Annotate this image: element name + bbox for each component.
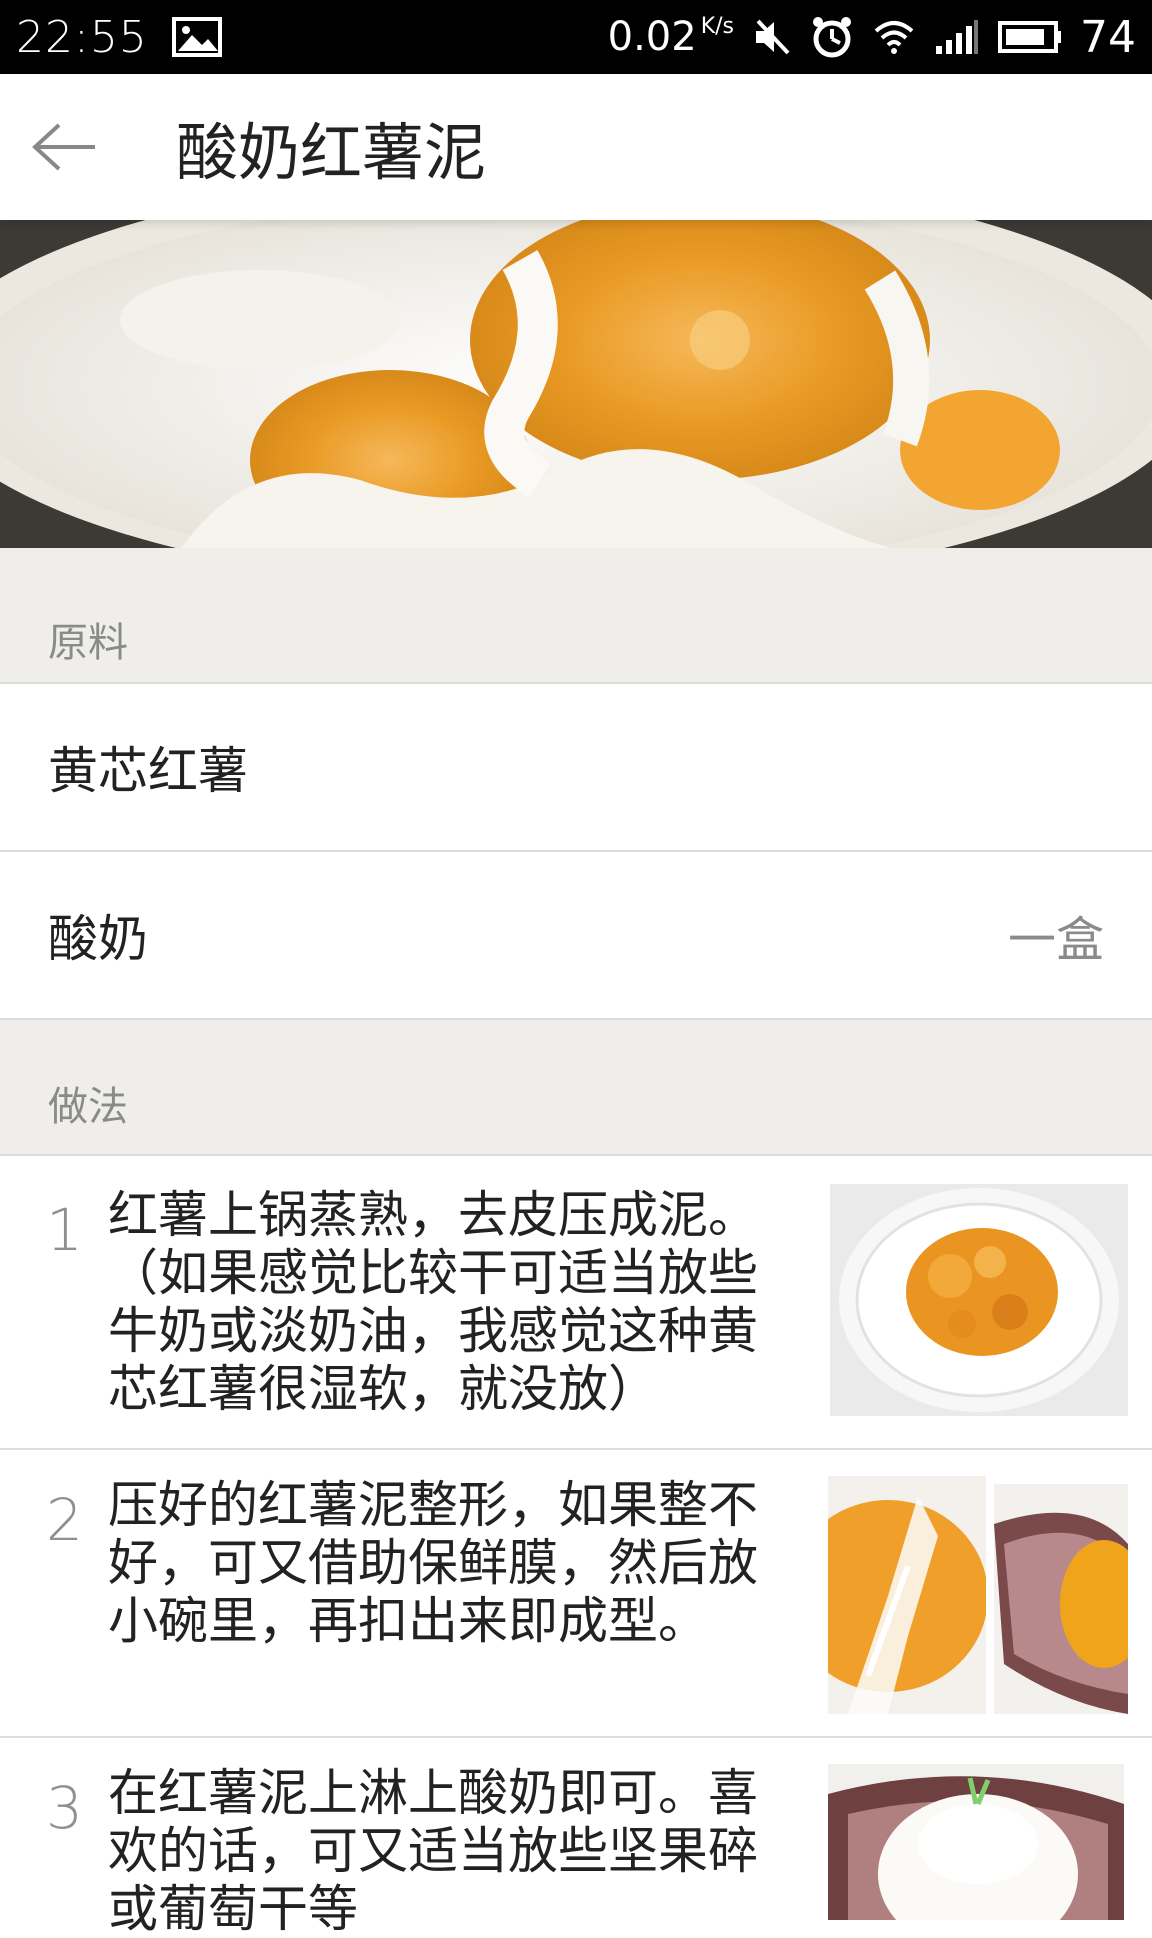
ingredient-qty: 一盒	[1007, 912, 1104, 968]
step-text: 红薯上锅蒸熟，去皮压成泥。（如果感觉比较干可适当放些牛奶或淡奶油，我感觉这种黄芯…	[108, 1186, 758, 1418]
step-row[interactable]: 3 在红薯泥上淋上酸奶即可。喜欢的话，可又适当放些坚果碎或葡萄干等	[0, 1738, 1152, 1938]
network-speed: 0.02 K/s	[607, 14, 734, 60]
step-image[interactable]	[994, 1484, 1128, 1714]
ingredient-name: 酸奶	[48, 910, 148, 968]
signal-icon	[936, 20, 978, 54]
status-time: 22:55	[16, 11, 148, 63]
step-row[interactable]: 1 红薯上锅蒸熟，去皮压成泥。（如果感觉比较干可适当放些牛奶或淡奶油，我感觉这种…	[0, 1156, 1152, 1450]
hero-image	[0, 220, 1152, 548]
wifi-icon	[874, 21, 914, 54]
battery-level: 74	[1080, 11, 1136, 63]
step-image[interactable]	[828, 1764, 1124, 1920]
page-title: 酸奶红薯泥	[176, 116, 487, 189]
back-button[interactable]	[0, 97, 130, 197]
ingredients-label: 原料	[48, 620, 128, 666]
method-label: 做法	[48, 1084, 128, 1130]
step-image[interactable]	[828, 1476, 986, 1714]
alarm-icon	[813, 17, 851, 58]
image-icon	[171, 17, 222, 57]
step-image[interactable]	[830, 1184, 1128, 1416]
app-bar: 酸奶红薯泥	[0, 74, 1152, 220]
step-text: 在红薯泥上淋上酸奶即可。喜欢的话，可又适当放些坚果碎或葡萄干等	[108, 1764, 758, 1938]
status-bar: 22:55 0.02 K/s 74	[0, 0, 1152, 74]
battery-icon	[998, 21, 1061, 53]
step-row[interactable]: 2 压好的红薯泥整形，如果整不好，可又借助保鲜膜，然后放小碗里，再扣出来即成型。	[0, 1450, 1152, 1738]
back-arrow-icon	[32, 123, 95, 171]
step-number: 3	[46, 1774, 83, 1842]
step-number: 2	[46, 1486, 83, 1554]
ingredient-name: 黄芯红薯	[48, 742, 248, 800]
ingredient-row[interactable]: 黄芯红薯	[0, 684, 1152, 852]
ingredients-header: 原料	[0, 548, 1152, 684]
step-number: 1	[46, 1196, 83, 1264]
ingredient-row[interactable]: 酸奶 一盒	[0, 852, 1152, 1020]
step-text: 压好的红薯泥整形，如果整不好，可又借助保鲜膜，然后放小碗里，再扣出来即成型。	[108, 1476, 758, 1650]
mute-icon	[756, 19, 790, 55]
method-header: 做法	[0, 1020, 1152, 1156]
